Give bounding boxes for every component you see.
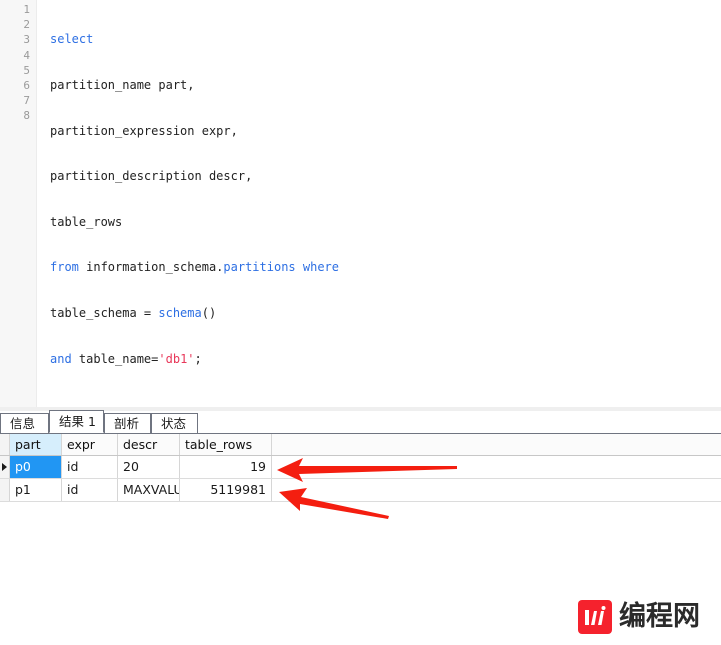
code-line-4: partition_description descr, xyxy=(50,169,339,184)
sql-editor[interactable]: 1 2 3 4 5 6 7 8 select partition_name pa… xyxy=(0,0,721,407)
line-number: 4 xyxy=(23,48,30,62)
tab-info[interactable]: 信息 xyxy=(0,413,49,433)
line-number: 7 xyxy=(23,94,30,108)
table-row[interactable]: p1 id MAXVALU 5119981 xyxy=(0,479,721,502)
cell-part[interactable]: p1 xyxy=(10,479,62,501)
sql-column-partition-expression: partition_expression expr, xyxy=(50,123,238,138)
line-number-gutter: 1 2 3 4 5 6 7 8 xyxy=(0,0,37,407)
bar-chart-logo-icon xyxy=(578,600,612,634)
sql-predicate-table-name: table_name= xyxy=(71,351,159,366)
line-number: 2 xyxy=(23,18,30,32)
sql-table-partitions: partitions xyxy=(223,260,296,275)
sql-parens: () xyxy=(201,305,217,320)
watermark-text: 编程网 xyxy=(619,601,700,632)
line-number: 5 xyxy=(23,63,30,77)
column-header-table-rows[interactable]: table_rows xyxy=(180,434,272,455)
tab-status[interactable]: 状态 xyxy=(151,413,198,433)
cell-expr[interactable]: id xyxy=(62,456,118,478)
code-line-7: table_schema = schema() xyxy=(50,306,339,321)
grid-header-row: part expr descr table_rows xyxy=(0,434,721,456)
sql-column-table-rows: table_rows xyxy=(50,214,123,229)
code-line-2: partition_name part, xyxy=(50,78,339,93)
cell-filler xyxy=(272,456,721,478)
line-number: 6 xyxy=(23,78,30,92)
cell-part[interactable]: p0 xyxy=(10,456,62,478)
cell-expr[interactable]: id xyxy=(62,479,118,501)
bar-chart-logo-glyph xyxy=(585,606,606,625)
code-line-8: and table_name='db1'; xyxy=(50,352,339,367)
code-line-5: table_rows xyxy=(50,215,339,230)
row-indicator-current xyxy=(0,456,10,478)
code-line-1: select xyxy=(50,32,339,47)
sql-keyword-from: from xyxy=(50,260,79,275)
sql-code-text[interactable]: select partition_name part, partition_ex… xyxy=(50,2,339,397)
row-indicator xyxy=(0,479,10,501)
cell-table-rows[interactable]: 5119981 xyxy=(180,479,272,501)
table-row[interactable]: p0 id 20 19 xyxy=(0,456,721,479)
sql-column-partition-description: partition_description descr, xyxy=(50,169,253,184)
cell-descr[interactable]: 20 xyxy=(118,456,180,478)
column-header-descr[interactable]: descr xyxy=(118,434,180,455)
cell-descr[interactable]: MAXVALU xyxy=(118,479,180,501)
sql-schema-name: information_schema. xyxy=(78,260,224,275)
cell-table-rows[interactable]: 19 xyxy=(180,456,272,478)
current-row-arrow-icon xyxy=(2,463,7,471)
line-number: 1 xyxy=(23,3,30,16)
sql-function-schema: schema xyxy=(158,305,202,320)
result-grid[interactable]: part expr descr table_rows p0 id 20 19 p… xyxy=(0,434,721,502)
line-number: 3 xyxy=(23,33,30,47)
line-number-list: 1 2 3 4 5 6 7 8 xyxy=(0,2,30,124)
sql-semicolon: ; xyxy=(194,351,202,366)
code-line-6: from information_schema.partitions where xyxy=(50,260,339,275)
tab-result-1[interactable]: 结果 1 xyxy=(49,410,104,433)
sql-keyword-select: select xyxy=(50,32,94,47)
header-row-indicator xyxy=(0,434,10,455)
sql-string-literal-db1: 'db1' xyxy=(158,351,195,366)
sql-column-partition-name: partition_name part, xyxy=(50,78,195,92)
cell-filler xyxy=(272,479,721,501)
sql-predicate-table-schema: table_schema = xyxy=(50,305,159,320)
column-header-filler xyxy=(272,434,721,455)
sql-keyword-and: and xyxy=(50,351,72,366)
tab-profile[interactable]: 剖析 xyxy=(104,413,151,433)
code-line-3: partition_expression expr, xyxy=(50,124,339,139)
line-number: 8 xyxy=(23,109,30,123)
column-header-part[interactable]: part xyxy=(10,434,62,455)
sql-keyword-where: where xyxy=(295,260,340,275)
result-tabstrip: 信息 结果 1 剖析 状态 xyxy=(0,410,721,434)
watermark: 编程网 xyxy=(578,600,700,634)
column-header-expr[interactable]: expr xyxy=(62,434,118,455)
